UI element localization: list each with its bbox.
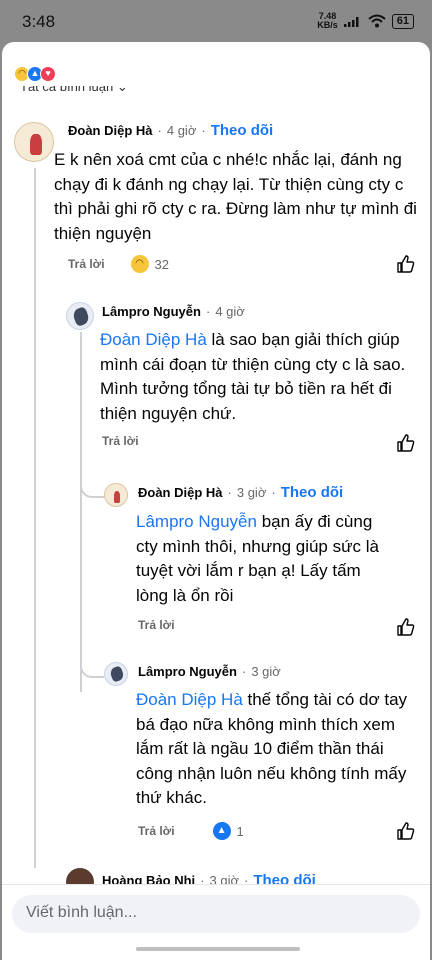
comment-actions: Trả lời — [102, 434, 139, 448]
comment-header: Đoàn Diệp Hà · 4 giờ · Theo dõi — [68, 122, 274, 139]
comment-header: Lâmpro Nguyễn · 3 giờ — [138, 664, 281, 679]
reply-button[interactable]: Trả lời — [138, 824, 175, 838]
comment-actions: Trả lời — [138, 618, 175, 632]
comment-time[interactable]: 4 giờ — [167, 123, 197, 138]
comment-text: E k nên xoá cmt của c nhé!c nhắc lại, đá… — [54, 150, 417, 243]
comment-header: Lâmpro Nguyễn · 4 giờ — [102, 304, 245, 319]
mention-link[interactable]: Đoàn Diệp Hà — [136, 690, 243, 709]
avatar[interactable] — [66, 302, 94, 330]
thread-line — [34, 168, 36, 868]
reply-button[interactable]: Trả lời — [138, 618, 175, 632]
status-bar: 3:48 7.48 KB/s 61 — [0, 0, 432, 40]
like-icon[interactable] — [396, 254, 416, 274]
comment-time[interactable]: 4 giờ — [215, 304, 245, 319]
like-icon[interactable] — [396, 433, 416, 453]
comment-text: Đoàn Diệp Hà là sao bạn giải thích giúp … — [100, 330, 406, 423]
author-name[interactable]: Đoàn Diệp Hà — [68, 123, 153, 138]
reply-button[interactable]: Trả lời — [68, 257, 105, 271]
comment-text: Đoàn Diệp Hà thế tổng tài có dơ tay bá đ… — [136, 690, 408, 807]
like-icon[interactable] — [396, 617, 416, 637]
reply-button[interactable]: Trả lời — [102, 434, 139, 448]
comments-sheet: ◠ ▲ ♥ Tất cả bình luận ⌄ Đoàn Diệp Hà · … — [2, 42, 430, 960]
battery-icon: 61 — [391, 13, 414, 29]
haha-icon: ◠ — [130, 255, 149, 273]
comment-composer: Viết bình luận... — [2, 884, 430, 960]
reaction-count[interactable]: ▲ 1 — [212, 822, 244, 840]
author-name[interactable]: Lâmpro Nguyễn — [138, 664, 237, 679]
avatar[interactable] — [104, 483, 128, 507]
signal-icon — [343, 17, 359, 27]
comment-input[interactable]: Viết bình luận... — [12, 895, 420, 933]
author-name[interactable]: Lâmpro Nguyễn — [102, 304, 201, 319]
comment-text: Lâmpro Nguyễn bạn ấy đi cùng cty mình th… — [136, 512, 379, 605]
status-icons: 7.48 KB/s 61 — [317, 12, 414, 30]
home-indicator[interactable] — [136, 947, 300, 951]
like-reaction-icon: ▲ — [212, 822, 231, 840]
thread-line — [80, 332, 82, 692]
comment-actions: Trả lời ▲ 1 — [138, 822, 244, 840]
thread-curve — [80, 652, 104, 678]
comment-header: Đoàn Diệp Hà · 3 giờ · Theo dõi — [138, 484, 344, 501]
comment-actions: Trả lời ◠ 32 — [68, 255, 169, 273]
thread-curve — [80, 472, 104, 498]
net-speed: 7.48 KB/s — [317, 11, 338, 30]
comment-filter-dropdown[interactable]: Tất cả bình luận ⌄ — [20, 86, 128, 96]
mention-link[interactable]: Lâmpro Nguyễn — [136, 512, 257, 531]
reaction-count[interactable]: ◠ 32 — [130, 255, 169, 273]
reaction-summary[interactable]: ◠ ▲ ♥ — [14, 66, 56, 82]
comment-time[interactable]: 3 giờ — [251, 664, 281, 679]
avatar[interactable] — [14, 122, 54, 162]
status-time: 3:48 — [22, 12, 56, 31]
love-reaction-icon: ♥ — [40, 66, 56, 82]
wifi-icon — [368, 14, 386, 28]
author-name[interactable]: Đoàn Diệp Hà — [138, 485, 223, 500]
like-icon[interactable] — [396, 821, 416, 841]
avatar[interactable] — [104, 662, 128, 686]
comment-time[interactable]: 3 giờ — [237, 485, 267, 500]
mention-link[interactable]: Đoàn Diệp Hà — [100, 330, 207, 349]
follow-button[interactable]: Theo dõi — [211, 122, 274, 139]
follow-button[interactable]: Theo dõi — [281, 484, 344, 501]
